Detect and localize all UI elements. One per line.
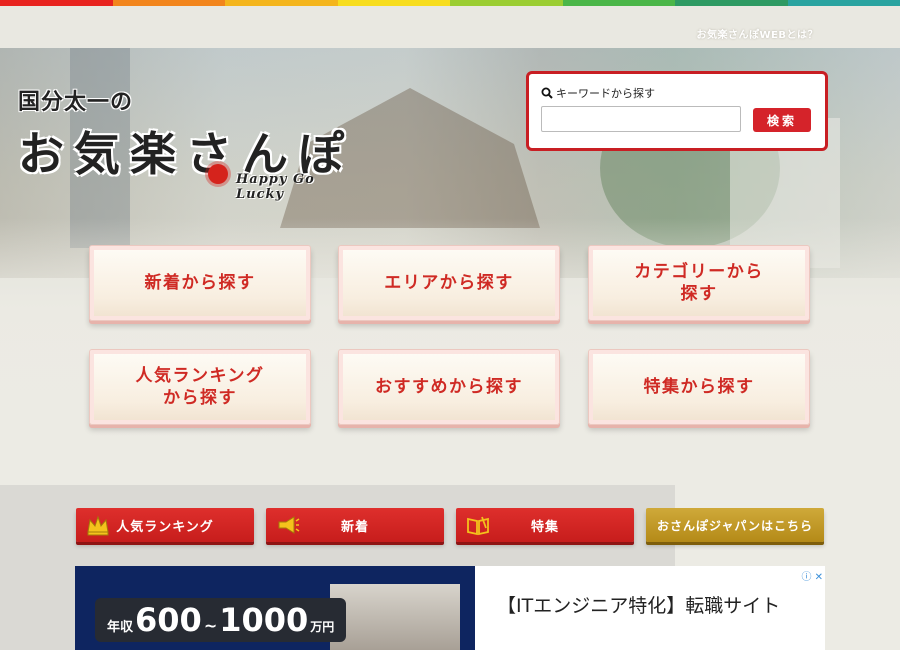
ad-photo (330, 584, 460, 650)
nav-new-button[interactable]: 新着から探す (89, 245, 311, 321)
ad-image: 年収 600 ~ 1000 万円 (75, 566, 475, 650)
crown-icon (87, 515, 109, 536)
nav-ranking-button[interactable]: 人気ランキング から探す (89, 349, 311, 425)
nav-feature-button[interactable]: 特集から探す (588, 349, 810, 425)
megaphone-icon (278, 516, 300, 534)
sun-icon (208, 164, 228, 184)
ad-salary-tilde: ~ (203, 616, 218, 635)
search-label: キーワードから探す (541, 85, 655, 101)
osanpo-japan-label: おさんぽジャパンはこちら (656, 518, 813, 533)
site-logo[interactable]: 国分太一の お気楽さんぽ Happy Go Lucky (18, 84, 354, 202)
logo-tagline: Happy Go Lucky (236, 172, 315, 202)
ad-headline[interactable]: 【ITエンジニア特化】転職サイト (497, 592, 797, 620)
tab-ranking[interactable]: 人気ランキング (76, 508, 254, 542)
ad-salary-to: 1000 (219, 601, 309, 639)
search-input[interactable] (541, 106, 741, 132)
osanpo-japan-button[interactable]: おさんぽジャパンはこちら (646, 508, 824, 542)
nav-area-button[interactable]: エリアから探す (338, 245, 560, 321)
search-label-text: キーワードから探す (556, 87, 655, 100)
about-link[interactable]: お気楽さんぽWEBとは？ (697, 26, 818, 41)
ad-choice-icon[interactable]: ⓘ ✕ (801, 568, 823, 583)
search-box: キーワードから探す 検索 (526, 71, 828, 151)
ad-salary-from: 600 (135, 601, 202, 639)
search-button[interactable]: 検索 (753, 108, 811, 132)
nav-recommend-button[interactable]: おすすめから探す (338, 349, 560, 425)
tab-feature-label: 特集 (530, 519, 559, 535)
tab-new-label: 新着 (340, 519, 369, 535)
tab-ranking-label: 人気ランキング (116, 519, 214, 535)
ad-salary-badge: 年収 600 ~ 1000 万円 (95, 598, 347, 642)
ad-salary-unit: 万円 (310, 620, 335, 634)
tab-new[interactable]: 新着 (266, 508, 444, 542)
logo-line1: 国分太一の (18, 89, 134, 115)
ad-salary-label: 年収 (107, 620, 134, 635)
tab-feature[interactable]: 特集 (456, 508, 634, 542)
top-bar: お気楽さんぽWEBとは？ (0, 6, 900, 49)
nav-category-button[interactable]: カテゴリーから 探す (588, 245, 810, 321)
advertisement[interactable]: 年収 600 ~ 1000 万円 【ITエンジニア特化】転職サイト ⓘ ✕ (75, 566, 825, 650)
search-icon (541, 87, 553, 99)
book-icon (467, 516, 489, 536)
